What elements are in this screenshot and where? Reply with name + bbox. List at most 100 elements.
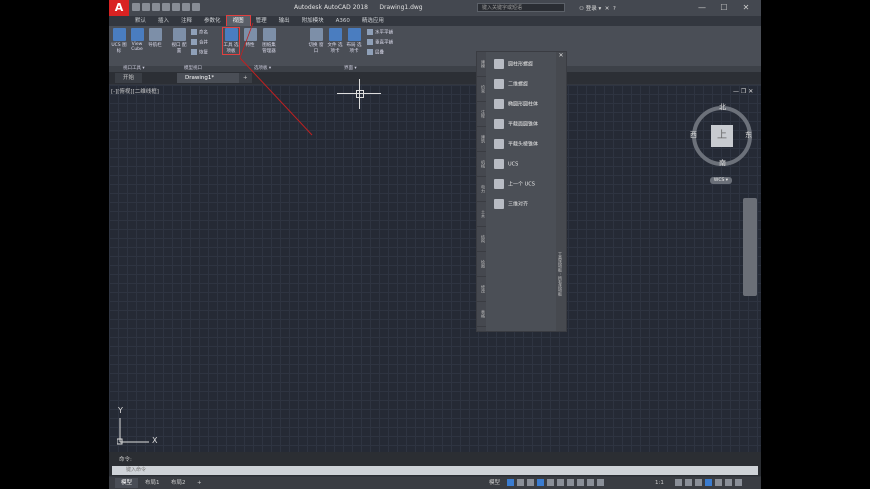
restore-viewport-icon[interactable]: ❐ — [741, 88, 746, 95]
ortho-icon[interactable] — [527, 479, 534, 486]
new-icon[interactable] — [132, 3, 140, 11]
ucs-icon-button[interactable]: UCS 图标 — [111, 28, 127, 54]
lineweight-icon[interactable] — [567, 479, 574, 486]
viewcube[interactable]: 上 — [692, 106, 752, 166]
palette-tab-civil[interactable]: 土木 — [477, 202, 486, 227]
tab-insert[interactable]: 插入 — [152, 16, 175, 26]
tile-vertical-button[interactable]: 垂直平铺 — [367, 39, 393, 46]
otrack-icon[interactable] — [557, 479, 564, 486]
tool-palettes-button[interactable]: 工具 选项板 — [222, 27, 240, 55]
tab-home[interactable]: 默认 — [129, 16, 152, 26]
sheet-set-manager-button[interactable]: 图纸集 管理器 — [261, 28, 277, 54]
login-button[interactable]: ⚇ 登录 ▾ ✕ ? — [579, 4, 616, 12]
tab-layout1[interactable]: 布局1 — [139, 478, 166, 488]
save-as-icon[interactable] — [162, 3, 170, 11]
palette-tab-modify[interactable]: 修改 — [477, 277, 486, 302]
tool-cylindrical-helix[interactable]: 圆柱形螺旋 — [494, 59, 533, 69]
close-palette-icon[interactable]: ✕ — [556, 52, 566, 59]
gear-icon[interactable] — [675, 479, 682, 486]
selection-cycling-icon[interactable] — [587, 479, 594, 486]
tab-drawing1[interactable]: Drawing1* — [177, 73, 241, 83]
tool-previous-ucs[interactable]: 上一个 UCS — [494, 179, 535, 189]
tab-output[interactable]: 输出 — [273, 16, 296, 26]
undo-icon[interactable] — [182, 3, 190, 11]
tile-horizontal-button[interactable]: 水平平铺 — [367, 29, 393, 36]
tool-elliptical-cylinder[interactable]: 椭圆形圆柱体 — [494, 99, 538, 109]
new-layout-button[interactable]: + — [191, 478, 208, 488]
navbar-button[interactable]: 导航栏 — [147, 28, 163, 48]
palette-tab-architecture[interactable]: 建筑 — [477, 127, 486, 152]
tool-3d-align[interactable]: 三维对齐 — [494, 199, 528, 209]
palette-tab-constraints[interactable]: 约束 — [477, 77, 486, 102]
tab-a360[interactable]: A360 — [330, 16, 356, 26]
cascade-button[interactable]: 层叠 — [367, 49, 384, 56]
restore-viewport-button[interactable]: 恢复 — [191, 49, 208, 56]
tab-featured-apps[interactable]: 精选应用 — [356, 16, 390, 26]
plus-icon[interactable] — [685, 479, 692, 486]
palette-title-bar[interactable]: ✕ 工具选项板 - 所有选项板 — [556, 52, 566, 331]
group-interface[interactable]: 界面 ▾ — [344, 65, 357, 71]
osnap-icon[interactable] — [547, 479, 554, 486]
wcs-menu[interactable]: WCS ▾ — [710, 177, 732, 184]
annotation-icon[interactable] — [597, 479, 604, 486]
switch-window-button[interactable]: 切换 窗口 — [308, 28, 324, 54]
tool-frustum-cone[interactable]: 平截面圆锥体 — [494, 119, 538, 129]
file-tabs-button[interactable]: 文件 选项卡 — [327, 28, 343, 54]
tab-annotate[interactable]: 注释 — [175, 16, 198, 26]
tab-view[interactable]: 视图 — [225, 15, 251, 27]
group-viewport-tools[interactable]: 视口工具 ▾ — [123, 65, 145, 71]
palette-tab-mechanical[interactable]: 机械 — [477, 152, 486, 177]
layout-tabs-button[interactable]: 布局 选项卡 — [346, 28, 362, 54]
close-button[interactable]: ✕ — [735, 1, 757, 14]
compass-north[interactable]: 北 — [719, 102, 726, 112]
tab-model[interactable]: 模型 — [115, 478, 139, 488]
app-logo[interactable]: A — [109, 0, 129, 16]
snap-icon[interactable] — [517, 479, 524, 486]
isolate-icon[interactable] — [705, 479, 712, 486]
maximize-button[interactable]: ☐ — [713, 1, 735, 14]
compass-west[interactable]: 西 — [690, 130, 697, 140]
viewcube-top-face[interactable]: 上 — [711, 125, 733, 147]
hardware-icon[interactable] — [715, 479, 722, 486]
group-palettes[interactable]: 选项板 ▾ — [254, 65, 271, 71]
navigation-bar[interactable] — [743, 198, 757, 296]
tab-manage[interactable]: 管理 — [250, 16, 273, 26]
compass-east[interactable]: 东 — [745, 130, 752, 140]
exchange-icon[interactable]: ✕ — [605, 6, 610, 12]
transparency-icon[interactable] — [577, 479, 584, 486]
help-icon[interactable]: ? — [613, 6, 616, 12]
command-input[interactable]: 键入命令 — [112, 466, 758, 475]
new-tab-button[interactable]: + — [239, 73, 252, 83]
polar-icon[interactable] — [537, 479, 544, 486]
customize-icon[interactable] — [735, 479, 742, 486]
tool-frustum-pyramid[interactable]: 平截头棱锥体 — [494, 139, 538, 149]
workspace-icon[interactable] — [695, 479, 702, 486]
minimize-button[interactable]: — — [691, 1, 713, 14]
drawing-canvas[interactable]: [-][俯视][二维线框] Y X — [109, 79, 761, 452]
tab-parametric[interactable]: 参数化 — [198, 16, 227, 26]
join-viewport-button[interactable]: 合并 — [191, 39, 208, 46]
tab-addins[interactable]: 附加模块 — [296, 16, 330, 26]
tool-2d-spiral[interactable]: 二维螺旋 — [494, 79, 528, 89]
close-viewport-icon[interactable]: ✕ — [748, 88, 753, 95]
search-input[interactable]: 键入关键字或短语 — [477, 3, 565, 12]
print-icon[interactable] — [172, 3, 180, 11]
palette-tab-modeling[interactable]: 建模 — [477, 52, 486, 77]
viewport-controls-label[interactable]: [-][俯视][二维线框] — [111, 87, 159, 95]
tool-ucs[interactable]: UCS — [494, 159, 518, 169]
viewcube-button[interactable]: View Cube — [129, 28, 145, 52]
palette-tab-draw[interactable]: 绘图 — [477, 252, 486, 277]
tab-layout2[interactable]: 布局2 — [165, 478, 192, 488]
model-space-button[interactable]: 模型 — [483, 478, 506, 488]
palette-tab-annotation[interactable]: 注释 — [477, 102, 486, 127]
palette-tab-electrical[interactable]: 电力 — [477, 177, 486, 202]
palette-tab-table[interactable]: 表格 — [477, 302, 486, 327]
named-viewport-button[interactable]: 命名 — [191, 29, 208, 36]
properties-button[interactable]: 特性 — [242, 28, 258, 48]
clean-screen-icon[interactable] — [725, 479, 732, 486]
save-icon[interactable] — [152, 3, 160, 11]
grid-icon[interactable] — [507, 479, 514, 486]
viewport-config-button[interactable]: 视口 配置 — [171, 28, 187, 54]
open-icon[interactable] — [142, 3, 150, 11]
redo-icon[interactable] — [192, 3, 200, 11]
